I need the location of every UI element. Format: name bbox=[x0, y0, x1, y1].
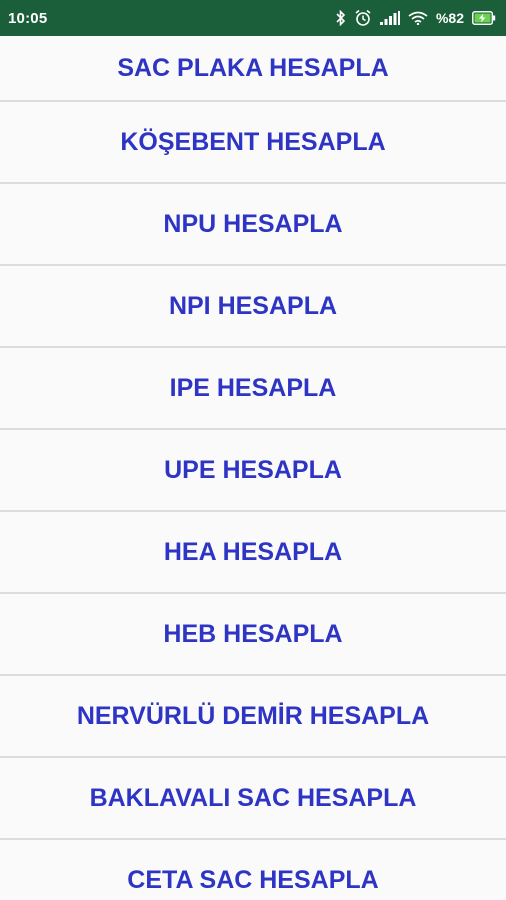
menu-item-npi[interactable]: NPI HESAPLA bbox=[0, 266, 506, 348]
menu-item-label: SAC PLAKA HESAPLA bbox=[117, 53, 389, 82]
status-icons: %82 bbox=[336, 9, 496, 27]
menu-item-label: UPE HESAPLA bbox=[164, 455, 342, 484]
menu-item-ipe[interactable]: IPE HESAPLA bbox=[0, 348, 506, 430]
alarm-icon bbox=[354, 9, 372, 27]
status-time: 10:05 bbox=[8, 9, 48, 27]
menu-item-label: HEB HESAPLA bbox=[163, 619, 343, 648]
menu-item-ceta-sac[interactable]: CETA SAC HESAPLA bbox=[0, 840, 506, 900]
menu-item-sac-plaka[interactable]: SAC PLAKA HESAPLA bbox=[0, 36, 506, 102]
battery-charging-icon bbox=[472, 11, 496, 25]
menu-item-label: CETA SAC HESAPLA bbox=[127, 865, 379, 894]
signal-icon bbox=[379, 11, 400, 25]
menu-item-baklavali-sac[interactable]: BAKLAVALI SAC HESAPLA bbox=[0, 758, 506, 840]
menu-item-npu[interactable]: NPU HESAPLA bbox=[0, 184, 506, 266]
menu-list: SAC PLAKA HESAPLA KÖŞEBENT HESAPLA NPU H… bbox=[0, 36, 506, 900]
menu-item-nervurlu-demir[interactable]: NERVÜRLÜ DEMİR HESAPLA bbox=[0, 676, 506, 758]
menu-item-heb[interactable]: HEB HESAPLA bbox=[0, 594, 506, 676]
menu-item-label: NPU HESAPLA bbox=[163, 209, 343, 238]
battery-percent: %82 bbox=[435, 10, 464, 26]
status-bar: 10:05 %82 bbox=[0, 0, 506, 36]
wifi-icon bbox=[408, 11, 428, 25]
menu-item-label: KÖŞEBENT HESAPLA bbox=[120, 127, 386, 156]
menu-item-hea[interactable]: HEA HESAPLA bbox=[0, 512, 506, 594]
menu-item-label: NPI HESAPLA bbox=[168, 291, 338, 320]
menu-item-label: NERVÜRLÜ DEMİR HESAPLA bbox=[76, 701, 430, 730]
menu-item-label: IPE HESAPLA bbox=[169, 373, 337, 402]
menu-item-label: BAKLAVALI SAC HESAPLA bbox=[89, 783, 417, 812]
menu-item-upe[interactable]: UPE HESAPLA bbox=[0, 430, 506, 512]
bluetooth-icon bbox=[336, 10, 346, 26]
menu-item-kosebent[interactable]: KÖŞEBENT HESAPLA bbox=[0, 102, 506, 184]
menu-item-label: HEA HESAPLA bbox=[163, 537, 343, 566]
